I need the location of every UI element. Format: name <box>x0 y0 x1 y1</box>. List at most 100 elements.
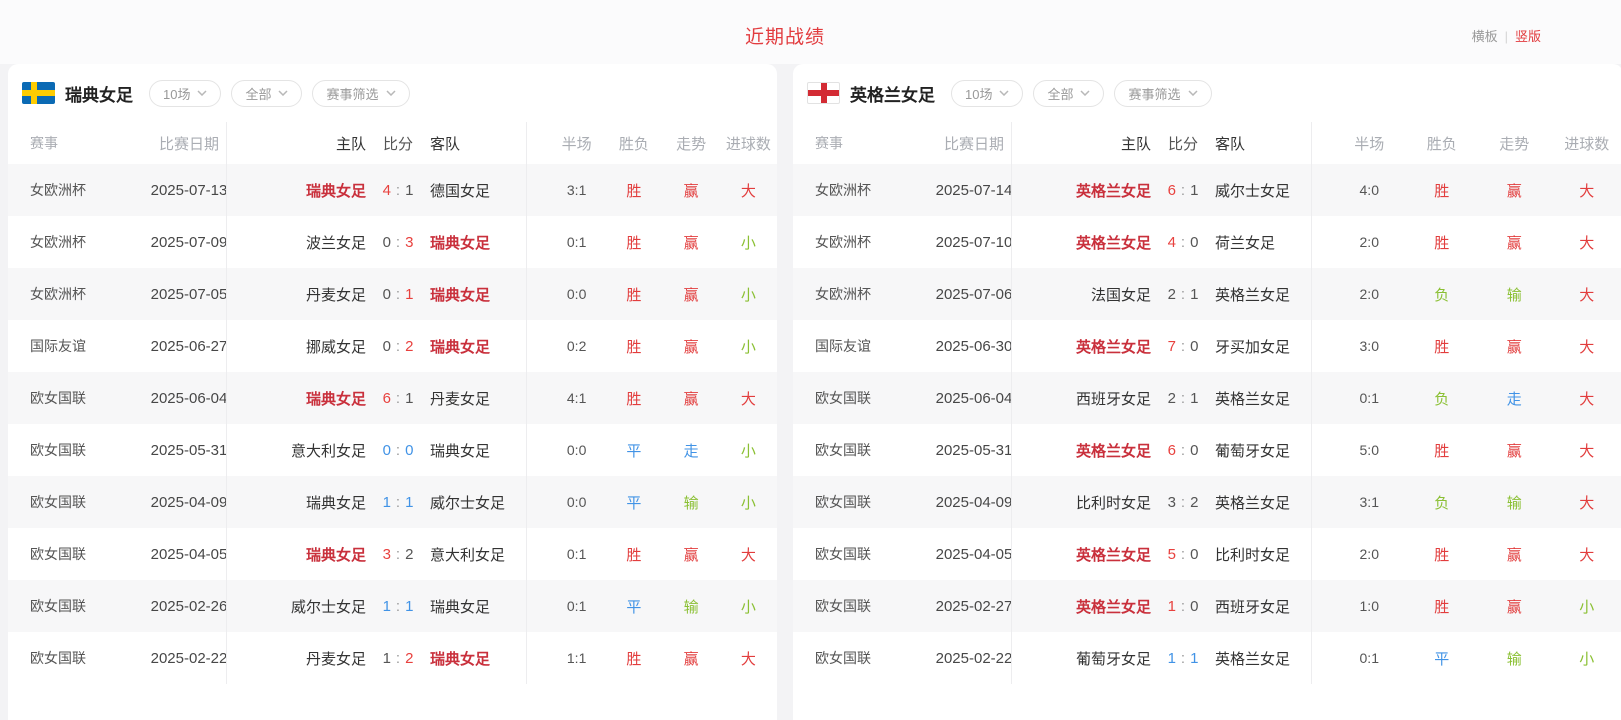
col-header-league: 赛事 <box>793 133 915 153</box>
match-cell: 英格兰女足5:0比利时女足 <box>1033 544 1333 565</box>
date-cell: 2025-07-14 <box>915 182 1033 199</box>
table-row[interactable]: 欧女国联2025-05-31英格兰女足6:0葡萄牙女足5:0胜赢大 <box>793 424 1621 476</box>
table-row[interactable]: 欧女国联2025-04-09比利时女足3:2英格兰女足3:1负输大 <box>793 476 1621 528</box>
goals-cell: 大 <box>1551 180 1621 201</box>
table-row[interactable]: 欧女国联2025-02-26威尔士女足1:1瑞典女足0:1平输小 <box>8 580 777 632</box>
toggle-horizontal[interactable]: 横板 <box>1472 29 1498 44</box>
competition-filter-dropdown[interactable]: 赛事筛选 <box>312 80 409 107</box>
half-score: 0:1 <box>548 598 605 614</box>
competition-filter-dropdown[interactable]: 赛事筛选 <box>1114 80 1211 107</box>
away-team: 牙买加女足 <box>1215 336 1333 357</box>
table-row[interactable]: 女欧洲杯2025-07-05丹麦女足0:1瑞典女足0:0胜赢小 <box>8 268 777 320</box>
home-score: 1 <box>383 650 391 667</box>
match-cell: 瑞典女足4:1德国女足 <box>248 180 548 201</box>
venue-dropdown[interactable]: 全部 <box>231 80 302 107</box>
away-team: 比利时女足 <box>1215 544 1333 565</box>
date-cell: 2025-02-22 <box>130 650 248 667</box>
match-cell: 挪威女足0:2瑞典女足 <box>248 336 548 357</box>
table-row[interactable]: 女欧洲杯2025-07-14英格兰女足6:1威尔士女足4:0胜赢大 <box>793 164 1621 216</box>
away-team: 威尔士女足 <box>430 492 548 513</box>
score-colon: : <box>1181 494 1185 511</box>
score-colon: : <box>1181 650 1185 667</box>
table-row[interactable]: 女欧洲杯2025-07-06法国女足2:1英格兰女足2:0负输大 <box>793 268 1621 320</box>
col-header-halftime: 半场 <box>1333 133 1406 154</box>
result-cell: 胜 <box>1406 180 1479 201</box>
stats-cells: 2:0胜赢大 <box>1333 544 1621 565</box>
half-score: 3:1 <box>548 182 605 198</box>
away-team: 荷兰女足 <box>1215 232 1333 253</box>
table-row[interactable]: 女欧洲杯2025-07-13瑞典女足4:1德国女足3:1胜赢大 <box>8 164 777 216</box>
date-cell: 2025-06-04 <box>915 390 1033 407</box>
col-header-date: 比赛日期 <box>130 133 248 154</box>
col-header-goals: 进球数 <box>720 133 777 154</box>
league-cell: 女欧洲杯 <box>8 284 130 304</box>
result-cell: 平 <box>605 440 662 461</box>
panel-header: 瑞典女足 10场 全部 赛事筛选 <box>8 64 777 122</box>
stats-cells: 1:0胜赢小 <box>1333 596 1621 617</box>
away-team: 瑞典女足 <box>430 284 548 305</box>
league-cell: 欧女国联 <box>793 492 915 512</box>
result-cell: 平 <box>605 492 662 513</box>
matches-count-dropdown[interactable]: 10场 <box>951 80 1023 107</box>
trend-cell: 输 <box>1478 648 1551 669</box>
table-row[interactable]: 女欧洲杯2025-07-09波兰女足0:3瑞典女足0:1胜赢小 <box>8 216 777 268</box>
score: 0:3 <box>366 234 430 251</box>
away-team: 意大利女足 <box>430 544 548 565</box>
table-row[interactable]: 欧女国联2025-04-05英格兰女足5:0比利时女足2:0胜赢大 <box>793 528 1621 580</box>
venue-dropdown[interactable]: 全部 <box>1033 80 1104 107</box>
column-divider <box>226 122 227 684</box>
table-row[interactable]: 欧女国联2025-06-04西班牙女足2:1英格兰女足0:1负走大 <box>793 372 1621 424</box>
half-score: 0:1 <box>1333 650 1406 666</box>
trend-cell: 赢 <box>663 232 720 253</box>
result-cell: 胜 <box>605 336 662 357</box>
match-cell: 丹麦女足0:1瑞典女足 <box>248 284 548 305</box>
trend-cell: 赢 <box>663 180 720 201</box>
score-colon: : <box>1181 442 1185 459</box>
filter-pills: 10场 全部 赛事筛选 <box>149 80 410 107</box>
chevron-down-icon <box>278 90 288 96</box>
table-row[interactable]: 欧女国联2025-04-05瑞典女足3:2意大利女足0:1胜赢大 <box>8 528 777 580</box>
home-score: 0 <box>383 286 391 303</box>
half-score: 0:1 <box>548 546 605 562</box>
table-row[interactable]: 欧女国联2025-02-22丹麦女足1:2瑞典女足1:1胜赢大 <box>8 632 777 684</box>
home-team: 威尔士女足 <box>248 596 366 617</box>
goals-cell: 大 <box>1551 544 1621 565</box>
stats-cells: 0:1负走大 <box>1333 388 1621 409</box>
score: 1:1 <box>366 598 430 615</box>
table-row[interactable]: 欧女国联2025-06-04瑞典女足6:1丹麦女足4:1胜赢大 <box>8 372 777 424</box>
table-row[interactable]: 女欧洲杯2025-07-10英格兰女足4:0荷兰女足2:0胜赢大 <box>793 216 1621 268</box>
league-cell: 欧女国联 <box>793 388 915 408</box>
score: 1:2 <box>366 650 430 667</box>
col-header-halftime: 半场 <box>548 133 605 154</box>
table-row[interactable]: 欧女国联2025-02-22葡萄牙女足1:1英格兰女足0:1平输小 <box>793 632 1621 684</box>
panel-sweden: 瑞典女足 10场 全部 赛事筛选 赛事 比赛日期 主队 比分 客队 半场 胜 <box>8 64 777 720</box>
goals-cell: 大 <box>1551 388 1621 409</box>
league-cell: 欧女国联 <box>8 648 130 668</box>
table-row[interactable]: 欧女国联2025-04-09瑞典女足1:1威尔士女足0:0平输小 <box>8 476 777 528</box>
table-row[interactable]: 国际友谊2025-06-30英格兰女足7:0牙买加女足3:0胜赢大 <box>793 320 1621 372</box>
table-row[interactable]: 欧女国联2025-05-31意大利女足0:0瑞典女足0:0平走小 <box>8 424 777 476</box>
away-team: 威尔士女足 <box>1215 180 1333 201</box>
matches-count-dropdown[interactable]: 10场 <box>149 80 221 107</box>
goals-cell: 大 <box>1551 492 1621 513</box>
table-row[interactable]: 欧女国联2025-02-27英格兰女足1:0西班牙女足1:0胜赢小 <box>793 580 1621 632</box>
away-team: 丹麦女足 <box>430 388 548 409</box>
trend-cell: 赢 <box>663 388 720 409</box>
away-score: 1 <box>1190 650 1198 667</box>
trend-cell: 赢 <box>1478 440 1551 461</box>
goals-cell: 大 <box>720 180 777 201</box>
result-cell: 平 <box>1406 648 1479 669</box>
half-score: 0:2 <box>548 338 605 354</box>
half-score: 0:0 <box>548 286 605 302</box>
toggle-vertical[interactable]: 竖版 <box>1515 29 1541 44</box>
score: 5:0 <box>1151 546 1215 563</box>
table-body: 女欧洲杯2025-07-13瑞典女足4:1德国女足3:1胜赢大女欧洲杯2025-… <box>8 164 777 684</box>
result-cell: 胜 <box>1406 232 1479 253</box>
away-team: 瑞典女足 <box>430 336 548 357</box>
home-team: 丹麦女足 <box>248 648 366 669</box>
table-row[interactable]: 国际友谊2025-06-27挪威女足0:2瑞典女足0:2胜赢小 <box>8 320 777 372</box>
col-header-winloss: 胜负 <box>605 133 662 154</box>
score-colon: : <box>1181 182 1185 199</box>
result-cell: 胜 <box>605 648 662 669</box>
away-score: 0 <box>1190 442 1198 459</box>
